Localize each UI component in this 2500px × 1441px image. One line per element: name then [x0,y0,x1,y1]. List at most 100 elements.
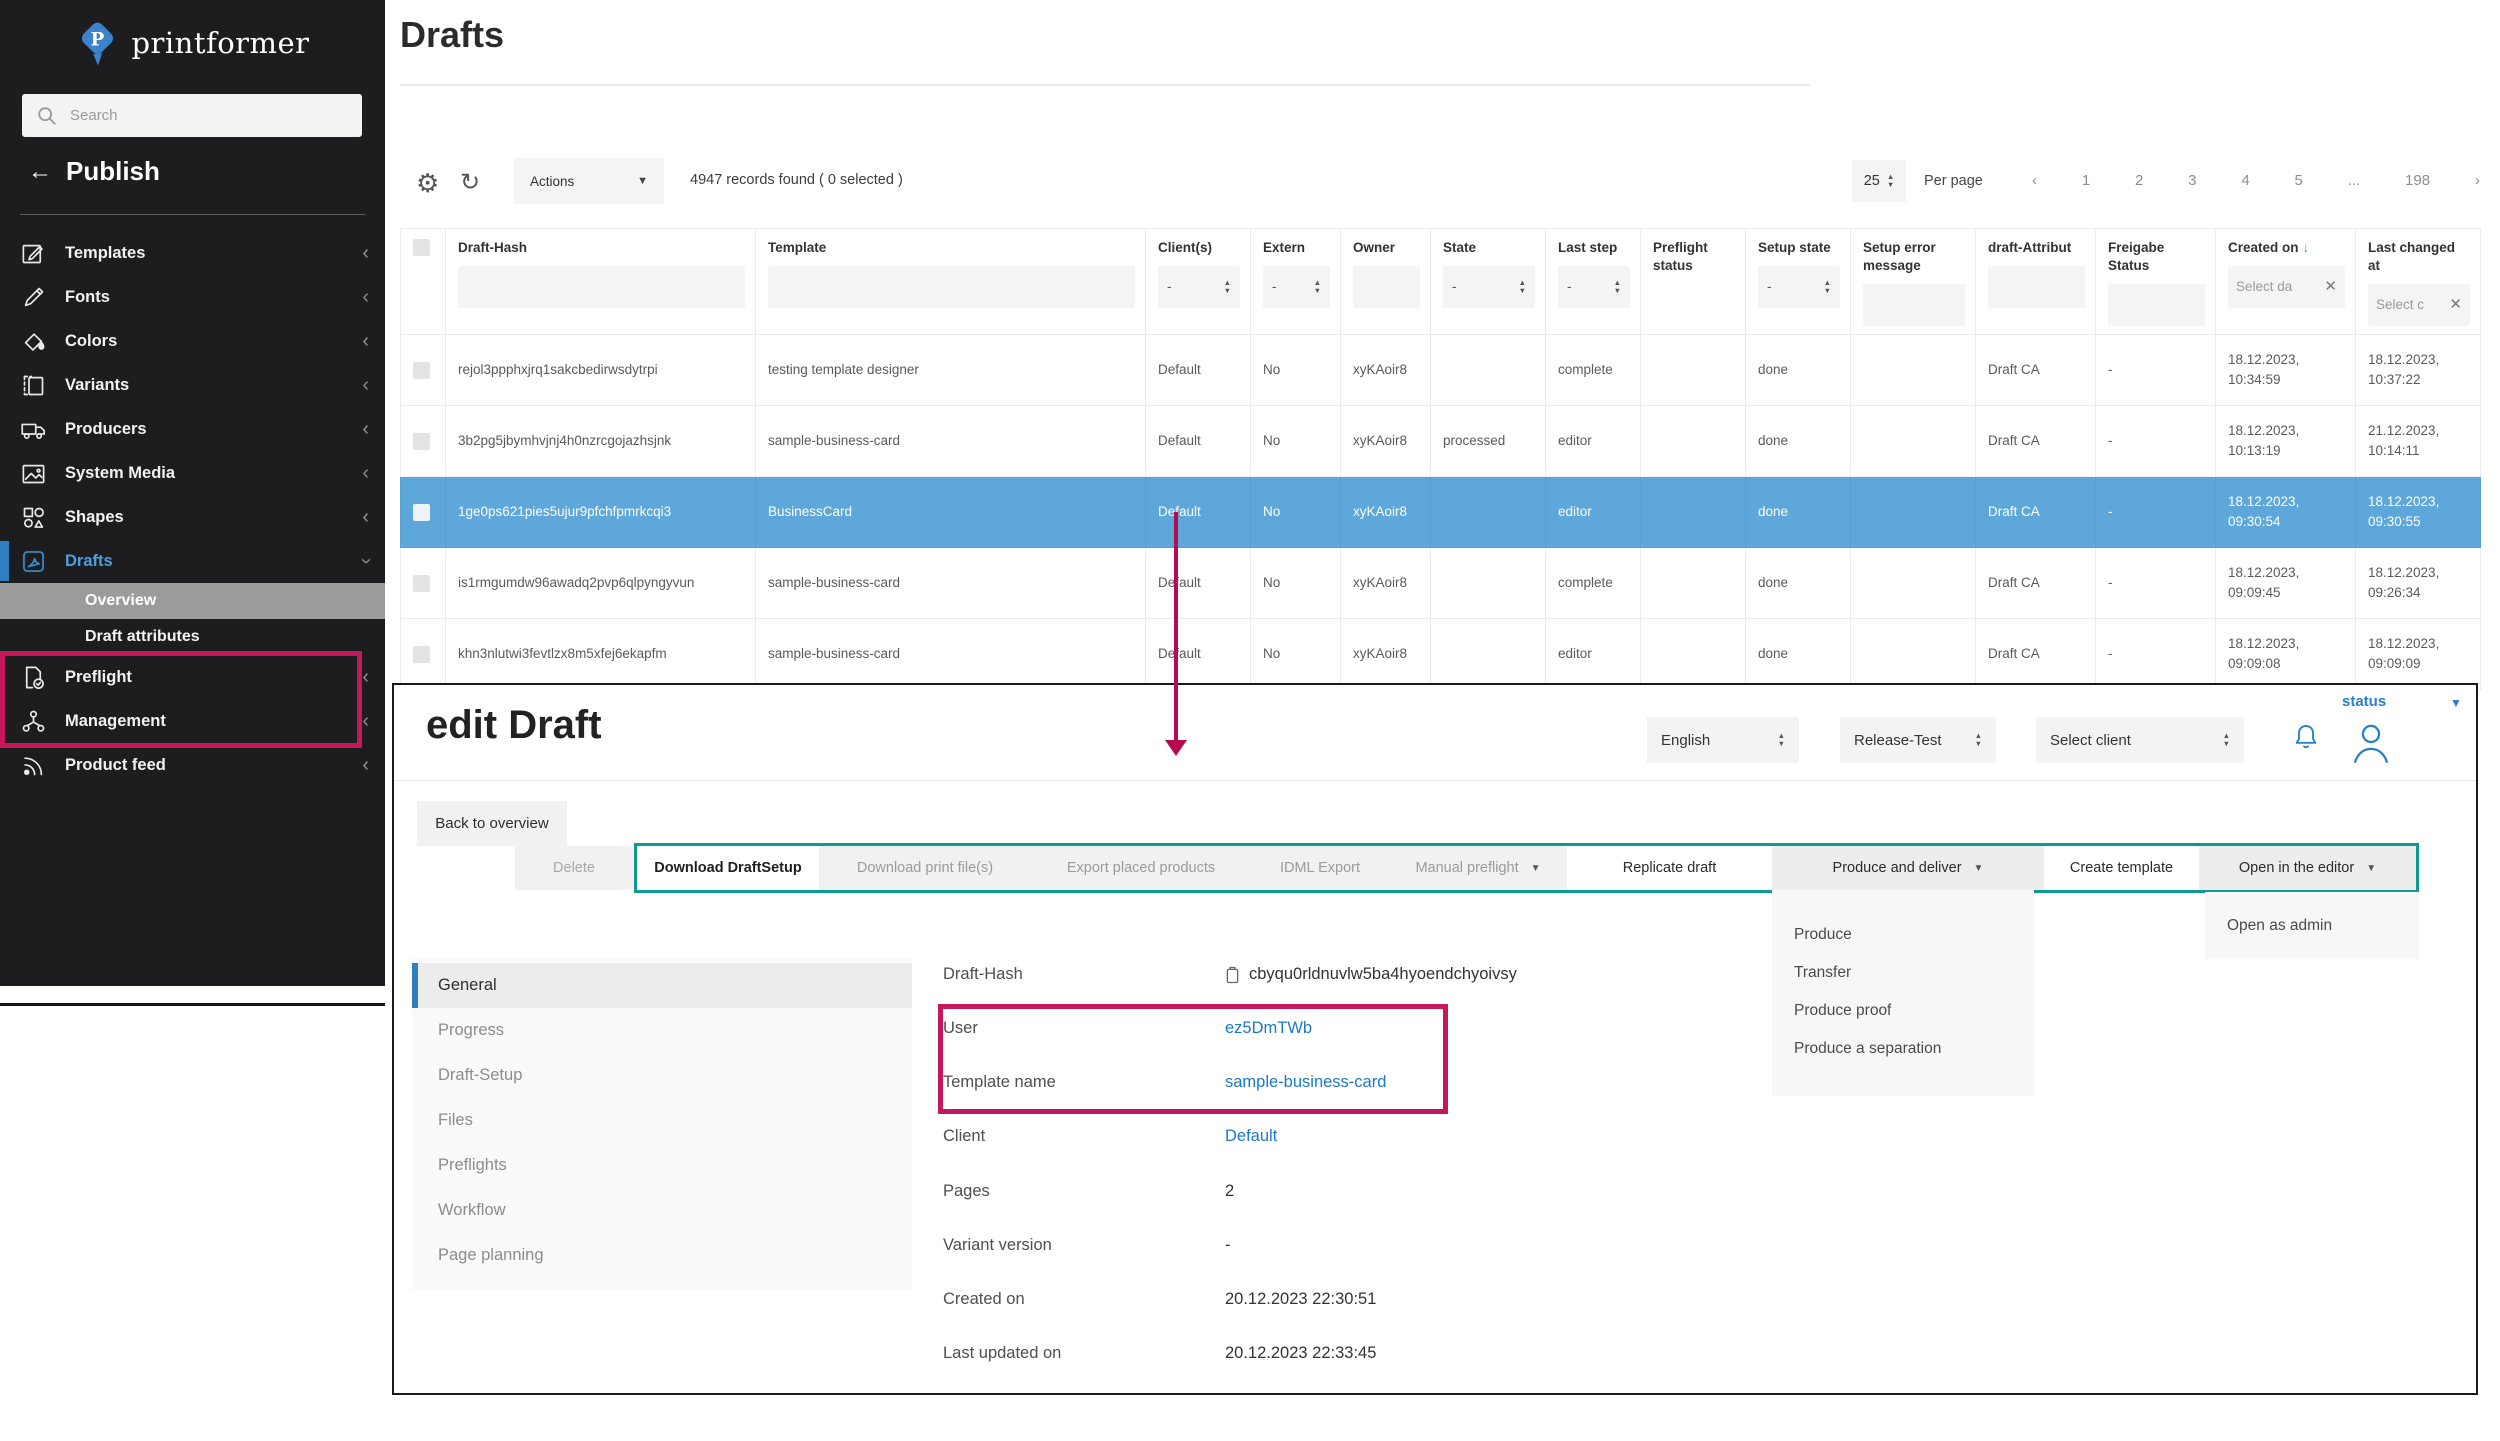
column-header-setup-state[interactable]: Setup state-▲▼ [1746,229,1851,335]
filter-select-extern[interactable]: -▲▼ [1263,266,1330,308]
sidebar-item-fonts[interactable]: Fonts‹ [0,275,385,319]
menu-item-produce-proof[interactable]: Produce proof [1772,992,2034,1030]
chevron-left-icon[interactable]: ‹ [362,287,369,307]
sidebar-item-producers[interactable]: Producers‹ [0,407,385,451]
table-row[interactable]: 1ge0ps621pies5ujur9pfchfpmrkcqi3Business… [401,477,2481,548]
filter-date-created-on[interactable]: Select da✕ [2228,266,2345,308]
pager-page-4[interactable]: 4 [2241,172,2249,189]
column-header-draft-hash[interactable]: Draft-Hash [446,229,756,335]
column-header-template[interactable]: Template [756,229,1146,335]
open-in-the-editor-button[interactable]: Open in the editor▼ [2199,846,2416,890]
filter-input-owner[interactable] [1353,266,1420,308]
column-header-preflight-status[interactable]: Preflight status [1641,229,1746,335]
panel-nav-progress[interactable]: Progress [412,1008,912,1053]
settings-gear-icon[interactable]: ⚙ [416,168,439,199]
sort-desc-icon[interactable]: ↓ [2303,240,2310,255]
filter-select-setup-state[interactable]: -▲▼ [1758,266,1840,308]
pager-prev[interactable]: ‹ [2032,172,2037,189]
row-checkbox[interactable] [413,362,430,379]
select-all-checkbox[interactable] [413,239,430,256]
column-header-owner[interactable]: Owner [1341,229,1431,335]
filter-date-last-changed-at[interactable]: Select c✕ [2368,284,2470,326]
sidebar-item-templates[interactable]: Templates‹ [0,231,385,275]
download-print-file-s-button[interactable]: Download print file(s) [819,846,1031,890]
download-draftsetup-button[interactable]: Download DraftSetup [637,846,819,890]
filter-input-template[interactable] [768,266,1135,308]
menu-item-produce-a-separation[interactable]: Produce a separation [1772,1030,2034,1068]
client-select[interactable]: Select client ▲▼ [2036,717,2244,763]
pager-page-1[interactable]: 1 [2082,172,2090,189]
chevron-left-icon[interactable]: ‹ [362,331,369,351]
table-row[interactable]: rejol3ppphxjrq1sakcbedirwsdytrpitesting … [401,335,2481,406]
chevron-left-icon[interactable]: ‹ [362,463,369,483]
panel-nav-preflights[interactable]: Preflights [412,1143,912,1188]
status-dropdown[interactable]: status [2342,693,2386,710]
pager-page-5[interactable]: 5 [2295,172,2303,189]
row-checkbox[interactable] [413,575,430,592]
manual-preflight-button[interactable]: Manual preflight▼ [1389,846,1567,890]
sidebar-subitem-draft-attributes[interactable]: Draft attributes [0,619,385,655]
copy-icon[interactable] [1225,966,1240,984]
menu-item-open-as-admin[interactable]: Open as admin [2205,892,2419,959]
column-header-state[interactable]: State-▲▼ [1431,229,1546,335]
filter-select-last-step[interactable]: -▲▼ [1558,266,1630,308]
row-checkbox[interactable] [413,504,430,521]
row-checkbox[interactable] [413,646,430,663]
filter-input-setup-error-message[interactable] [1863,284,1965,326]
filter-input-freigabe-status[interactable] [2108,284,2205,326]
panel-nav-page-planning[interactable]: Page planning [412,1233,912,1278]
column-header-last-step[interactable]: Last step-▲▼ [1546,229,1641,335]
table-row[interactable]: khn3nlutwi3fevtlzx8m5xfej6ekapfmsample-b… [401,619,2481,690]
filter-select-client-s[interactable]: -▲▼ [1158,266,1240,308]
column-header-draft-attribut[interactable]: draft-Attribut [1976,229,2096,335]
table-row[interactable]: is1rmgumdw96awadq2pvp6qlpyngyvunsample-b… [401,548,2481,619]
pager-page-2[interactable]: 2 [2135,172,2143,189]
produce-and-deliver-button[interactable]: Produce and deliver▼ [1772,846,2044,890]
chevron-left-icon[interactable]: ‹ [362,667,369,687]
column-header-freigabe-status[interactable]: Freigabe Status [2096,229,2216,335]
chevron-left-icon[interactable]: ‹ [362,711,369,731]
column-header-created-on[interactable]: Created on↓Select da✕ [2216,229,2356,335]
refresh-icon[interactable]: ↻ [460,168,480,197]
filter-input-draft-attribut[interactable] [1988,266,2085,308]
release-select[interactable]: Release-Test ▲▼ [1840,717,1996,763]
replicate-draft-button[interactable]: Replicate draft [1567,846,1772,890]
column-header-client-s[interactable]: Client(s)-▲▼ [1146,229,1251,335]
search-input[interactable]: Search [22,94,362,137]
chevron-down-icon[interactable]: ‹ [362,551,369,571]
language-select[interactable]: English ▲▼ [1647,717,1799,763]
create-template-button[interactable]: Create template [2044,846,2199,890]
filter-select-state[interactable]: -▲▼ [1443,266,1535,308]
per-page-select[interactable]: 25 ▲▼ [1852,160,1906,202]
idml-export-button[interactable]: IDML Export [1251,846,1389,890]
pager-next[interactable]: › [2475,172,2480,189]
menu-item-produce[interactable]: Produce [1772,916,2034,954]
chevron-left-icon[interactable]: ‹ [362,243,369,263]
menu-item-transfer[interactable]: Transfer [1772,954,2034,992]
sidebar-back-publish[interactable]: ← Publish [28,156,160,187]
column-header-last-changed-at[interactable]: Last changed atSelect c✕ [2356,229,2481,335]
sidebar-subitem-overview[interactable]: Overview [0,583,385,619]
chevron-left-icon[interactable]: ‹ [362,375,369,395]
table-row[interactable]: 3b2pg5jbymhvjnj4h0nzrcgojazhsjnksample-b… [401,406,2481,477]
delete-button[interactable]: Delete [515,846,633,890]
panel-nav-workflow[interactable]: Workflow [412,1188,912,1233]
pager-page-...[interactable]: ... [2348,172,2361,189]
row-checkbox[interactable] [413,433,430,450]
sidebar-item-drafts[interactable]: Drafts‹ [0,539,385,583]
chevron-down-icon[interactable]: ▼ [2450,696,2462,710]
export-placed-products-button[interactable]: Export placed products [1031,846,1251,890]
sidebar-item-system-media[interactable]: System Media‹ [0,451,385,495]
actions-dropdown[interactable]: Actions ▼ [514,158,664,204]
chevron-left-icon[interactable]: ‹ [362,419,369,439]
panel-nav-draft-setup[interactable]: Draft-Setup [412,1053,912,1098]
sidebar-item-shapes[interactable]: Shapes‹ [0,495,385,539]
panel-nav-general[interactable]: General [412,963,912,1008]
chevron-left-icon[interactable]: ‹ [362,507,369,527]
clear-filter-icon[interactable]: ✕ [2449,295,2462,315]
panel-nav-files[interactable]: Files [412,1098,912,1143]
filter-input-draft-hash[interactable] [458,266,745,308]
column-header-setup-error-message[interactable]: Setup error message [1851,229,1976,335]
user-avatar-icon[interactable] [2348,719,2394,765]
column-header-extern[interactable]: Extern-▲▼ [1251,229,1341,335]
